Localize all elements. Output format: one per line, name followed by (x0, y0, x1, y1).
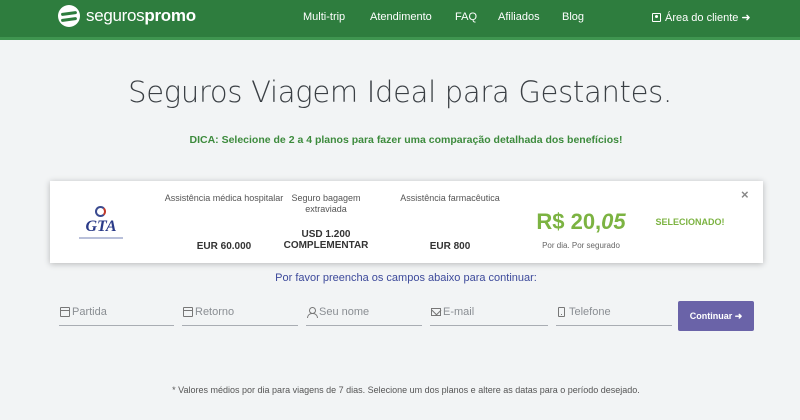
coverage-label: Assistência médica hospitalar (164, 193, 284, 203)
nav-item-blog[interactable]: Blog (562, 11, 584, 23)
gta-emblem-icon (95, 206, 106, 217)
selected-badge: SELECIONADO! (655, 217, 725, 227)
footnote: * Valores médios por dia para viagens de… (172, 385, 640, 395)
client-area-link[interactable]: Área do cliente ➜ (652, 11, 751, 24)
phone-icon (558, 307, 565, 317)
plan-card[interactable]: GTA Assistência médica hospitalar EUR 60… (50, 181, 763, 263)
nav-item-afiliados[interactable]: Afiliados (498, 11, 540, 23)
provider-logo: GTA (78, 205, 124, 241)
departure-date-field[interactable] (59, 301, 174, 326)
return-date-field[interactable] (182, 301, 298, 326)
coverage-value: EUR 60.000 (196, 241, 252, 252)
phone-input[interactable] (569, 303, 670, 321)
coverage-label: Seguro bagagem extraviada (291, 193, 361, 214)
coverage-value: USD 1.200 COMPLEMENTAR (283, 229, 369, 251)
calendar-icon (60, 307, 70, 317)
user-icon (307, 307, 318, 318)
page-title: Seguros Viagem Ideal para Gestantes. (128, 75, 672, 109)
name-field[interactable] (306, 301, 422, 326)
mail-icon (431, 308, 441, 316)
departure-input[interactable] (72, 303, 172, 321)
nav-item-multi-trip[interactable]: Multi-trip (303, 11, 345, 23)
nav-item-faq[interactable]: FAQ (455, 11, 477, 23)
email-input[interactable] (443, 303, 546, 321)
form-prompt: Por favor preencha os campos abaixo para… (275, 272, 537, 284)
top-navbar: segurospromo Multi-trip Atendimento FAQ … (0, 0, 800, 40)
coverage-baggage: Seguro bagagem extraviada USD 1.200 COMP… (276, 193, 376, 253)
plan-price: R$ 20,05 (536, 209, 626, 234)
price-note: Por dia. Por segurado (542, 241, 620, 250)
provider-logo-text: GTA (85, 218, 117, 235)
coverage-value: EUR 800 (429, 241, 471, 252)
nav-item-atendimento[interactable]: Atendimento (370, 11, 432, 23)
close-icon[interactable]: × (741, 187, 749, 202)
coverage-medical: Assistência médica hospitalar EUR 60.000 (154, 193, 294, 253)
calendar-icon (183, 307, 193, 317)
return-input[interactable] (195, 303, 296, 321)
name-input[interactable] (319, 303, 420, 321)
client-area-label: Área do cliente ➜ (665, 12, 751, 24)
comparison-tip: DICA: Selecione de 2 a 4 planos para faz… (189, 134, 623, 146)
coverage-label: Assistência farmacêutica (400, 193, 500, 203)
coverage-pharmacy: Assistência farmacêutica EUR 800 (390, 193, 510, 253)
continue-button[interactable]: Continuar ➜ (678, 301, 754, 331)
user-card-icon (652, 13, 661, 22)
email-field[interactable] (430, 301, 548, 326)
phone-field[interactable] (556, 301, 672, 326)
logo-underline (79, 237, 123, 239)
